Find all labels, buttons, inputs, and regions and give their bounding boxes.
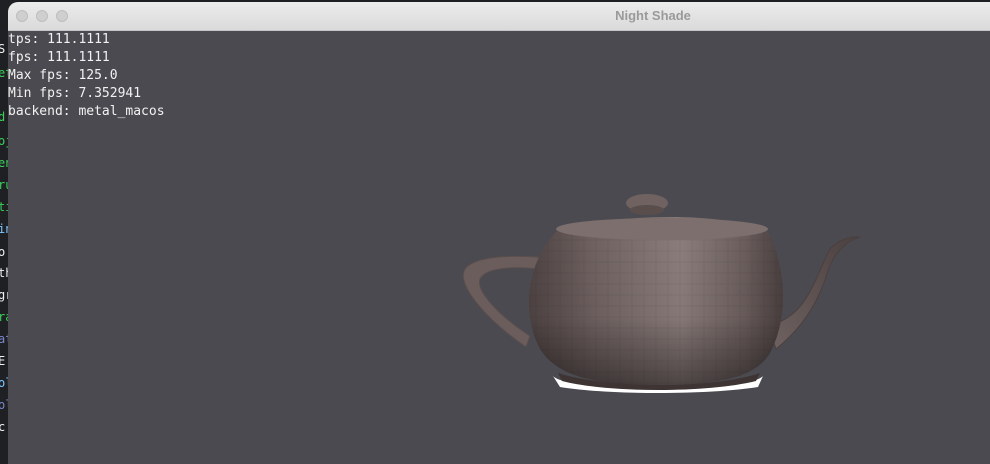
title-bar[interactable]: Night Shade [8, 2, 990, 31]
editor-line: d [0, 110, 6, 124]
editor-line: o [0, 245, 6, 259]
editor-line: S [0, 42, 6, 56]
teapot-rim [556, 218, 768, 240]
teapot-model [462, 194, 861, 393]
night-shade-window: Night Shade tps: 111.1111 fps: 111.1111 … [8, 2, 990, 464]
editor-line: c [0, 420, 6, 434]
render-viewport[interactable]: tps: 111.1111 fps: 111.1111 Max fps: 125… [8, 31, 990, 464]
editor-line: E [0, 354, 6, 368]
window-title: Night Shade [615, 8, 691, 23]
